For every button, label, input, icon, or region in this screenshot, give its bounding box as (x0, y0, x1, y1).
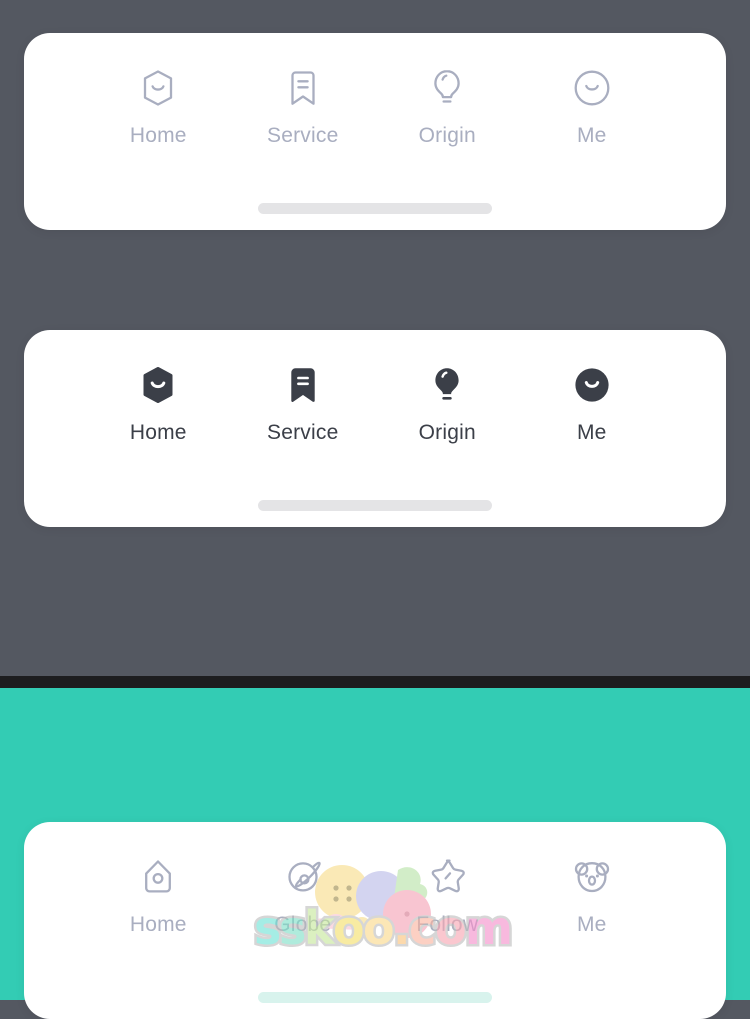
nav-item-follow[interactable]: Follow (375, 854, 520, 935)
lightbulb-outline-icon (424, 65, 470, 111)
nav-item-label: Globe (274, 913, 332, 936)
nav-item-origin[interactable]: Origin (375, 362, 520, 443)
nav-item-label: Me (576, 124, 607, 147)
nav-item-service[interactable]: Service (231, 65, 376, 146)
nav-item-label: Me (576, 913, 607, 936)
bookmark-lines-outline-icon (280, 65, 326, 111)
home-indicator[interactable] (258, 500, 492, 511)
home-indicator[interactable] (258, 992, 492, 1003)
nav-item-label: Home (129, 421, 187, 444)
nav-item-me[interactable]: Me (520, 65, 665, 146)
nav-item-home[interactable]: Home (86, 362, 231, 443)
nav-item-label: Origin (418, 421, 476, 444)
nav-item-label: Service (267, 124, 339, 147)
nav-item-home[interactable]: Home (86, 65, 231, 146)
navbar-teal: Home Globe Follow Me (24, 822, 726, 1019)
navbar-outline-items: Home Service Origin Me (24, 33, 726, 146)
nav-item-label: Home (129, 124, 187, 147)
nav-item-origin[interactable]: Origin (375, 65, 520, 146)
nav-item-globe[interactable]: Globe (231, 854, 376, 935)
koala-face-outline-icon (569, 854, 615, 900)
bookmark-lines-solid-icon (280, 362, 326, 408)
screenshot-canvas: Home Service Origin Me Home Service Orig… (0, 0, 750, 1019)
star-outline-icon (424, 854, 470, 900)
planet-outline-icon (280, 854, 326, 900)
hexagon-smile-outline-icon (135, 65, 181, 111)
hexagon-smile-solid-icon (135, 362, 181, 408)
house-circle-outline-icon (135, 854, 181, 900)
nav-item-label: Origin (418, 124, 476, 147)
home-indicator[interactable] (258, 203, 492, 214)
nav-item-me[interactable]: Me (520, 854, 665, 935)
circle-smile-solid-icon (569, 362, 615, 408)
nav-item-service[interactable]: Service (231, 362, 376, 443)
nav-item-label: Service (267, 421, 339, 444)
navbar-outline: Home Service Origin Me (24, 33, 726, 230)
section-divider-band (0, 676, 750, 688)
navbar-solid: Home Service Origin Me (24, 330, 726, 527)
nav-item-me[interactable]: Me (520, 362, 665, 443)
navbar-solid-items: Home Service Origin Me (24, 330, 726, 443)
nav-item-label: Me (576, 421, 607, 444)
nav-item-label: Home (129, 913, 187, 936)
nav-item-label: Follow (416, 913, 479, 936)
circle-smile-outline-icon (569, 65, 615, 111)
navbar-teal-items: Home Globe Follow Me (24, 822, 726, 935)
lightbulb-solid-icon (424, 362, 470, 408)
nav-item-home[interactable]: Home (86, 854, 231, 935)
